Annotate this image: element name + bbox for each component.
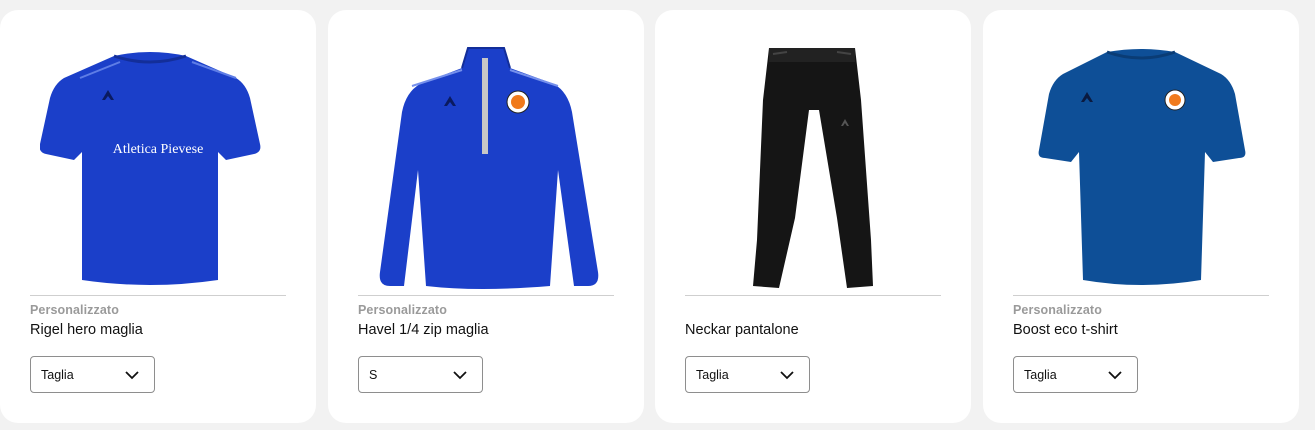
- product-name[interactable]: Boost eco t-shirt: [1013, 322, 1118, 338]
- tshirt-icon: [1038, 49, 1246, 285]
- divider: [685, 295, 941, 296]
- divider: [358, 295, 614, 296]
- size-select-value: Taglia: [696, 368, 729, 382]
- chevron-down-icon: [453, 371, 467, 380]
- size-select[interactable]: Taglia: [1013, 356, 1138, 393]
- chevron-down-icon: [1108, 371, 1122, 380]
- size-select[interactable]: S: [358, 356, 483, 393]
- product-tag: Personalizzato: [358, 303, 447, 317]
- size-select[interactable]: Taglia: [685, 356, 810, 393]
- print-text: Atletica Pievese: [113, 142, 204, 157]
- tshirt-icon: Atletica Pievese: [40, 52, 261, 285]
- product-name[interactable]: Neckar pantalone: [685, 322, 799, 338]
- pants-icon: [753, 48, 873, 288]
- size-select-value: Taglia: [1024, 368, 1057, 382]
- size-select[interactable]: Taglia: [30, 356, 155, 393]
- product-name[interactable]: Rigel hero maglia: [30, 322, 143, 338]
- product-card[interactable]: Personalizzato Havel 1/4 zip maglia S: [328, 10, 644, 423]
- size-select-value: S: [369, 368, 378, 382]
- size-select-value: Taglia: [41, 368, 74, 382]
- product-tag: Personalizzato: [30, 303, 119, 317]
- product-card[interactable]: Personalizzato Boost eco t-shirt Taglia: [983, 10, 1299, 423]
- product-grid: Atletica Pievese Personalizzato Rigel he…: [0, 0, 1315, 430]
- product-image-quarter-zip[interactable]: [368, 40, 604, 292]
- divider: [30, 295, 286, 296]
- product-tag: Personalizzato: [1013, 303, 1102, 317]
- product-card[interactable]: Neckar pantalone Taglia: [655, 10, 971, 423]
- quarter-zip-icon: [379, 47, 599, 289]
- chevron-down-icon: [125, 371, 139, 380]
- product-card[interactable]: Atletica Pievese Personalizzato Rigel he…: [0, 10, 316, 423]
- product-name[interactable]: Havel 1/4 zip maglia: [358, 322, 489, 338]
- divider: [1013, 295, 1269, 296]
- product-image-pants[interactable]: [695, 40, 931, 292]
- product-image-tshirt-eco[interactable]: [1023, 40, 1259, 292]
- chevron-down-icon: [780, 371, 794, 380]
- product-image-tshirt[interactable]: Atletica Pievese: [40, 40, 276, 292]
